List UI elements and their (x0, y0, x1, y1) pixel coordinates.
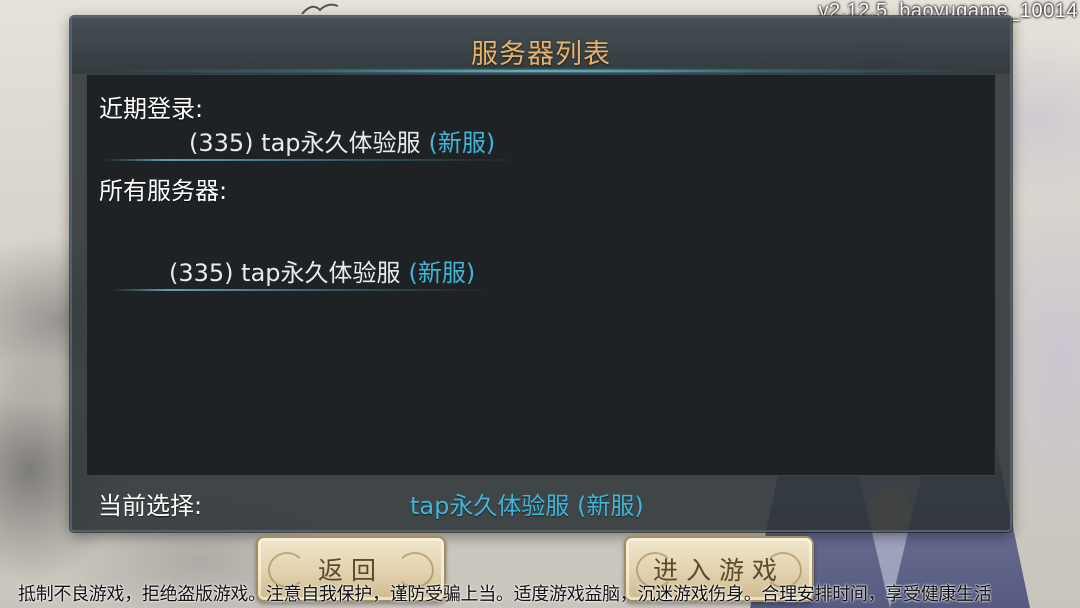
dialog-title-bar: 服务器列表 (72, 18, 1010, 74)
server-list-dialog: 服务器列表 近期登录: (335) tap永久体验服 (新服) 所有服务器: (3… (70, 16, 1012, 532)
server-name: (335) tap永久体验服 (169, 259, 401, 287)
recent-login-label: 近期登录: (99, 95, 204, 123)
dialog-title: 服务器列表 (471, 39, 611, 70)
server-list-panel: 近期登录: (335) tap永久体验服 (新服) 所有服务器: (335) ta… (86, 74, 996, 476)
all-servers-label: 所有服务器: (99, 177, 228, 205)
recent-server-underline (103, 159, 523, 161)
recent-server-item[interactable]: (335) tap永久体验服 (新服) (189, 123, 495, 158)
server-list-item[interactable]: (335) tap永久体验服 (新服) (169, 253, 475, 288)
current-selection-label: 当前选择: (98, 492, 203, 520)
server-new-tag: (新服) (428, 129, 496, 157)
server-name: (335) tap永久体验服 (189, 129, 421, 157)
enter-game-button-label: 进入游戏 (652, 556, 785, 585)
server-item-underline (111, 289, 491, 291)
current-selection-value: tap永久体验服 (新服) (410, 492, 644, 520)
server-new-tag: (新服) (408, 259, 476, 287)
back-button-label: 返回 (317, 556, 384, 585)
health-notice: 抵制不良游戏，拒绝盗版游戏。注意自我保护，谨防受骗上当。适度游戏益脑，沉迷游戏伤… (18, 584, 992, 605)
